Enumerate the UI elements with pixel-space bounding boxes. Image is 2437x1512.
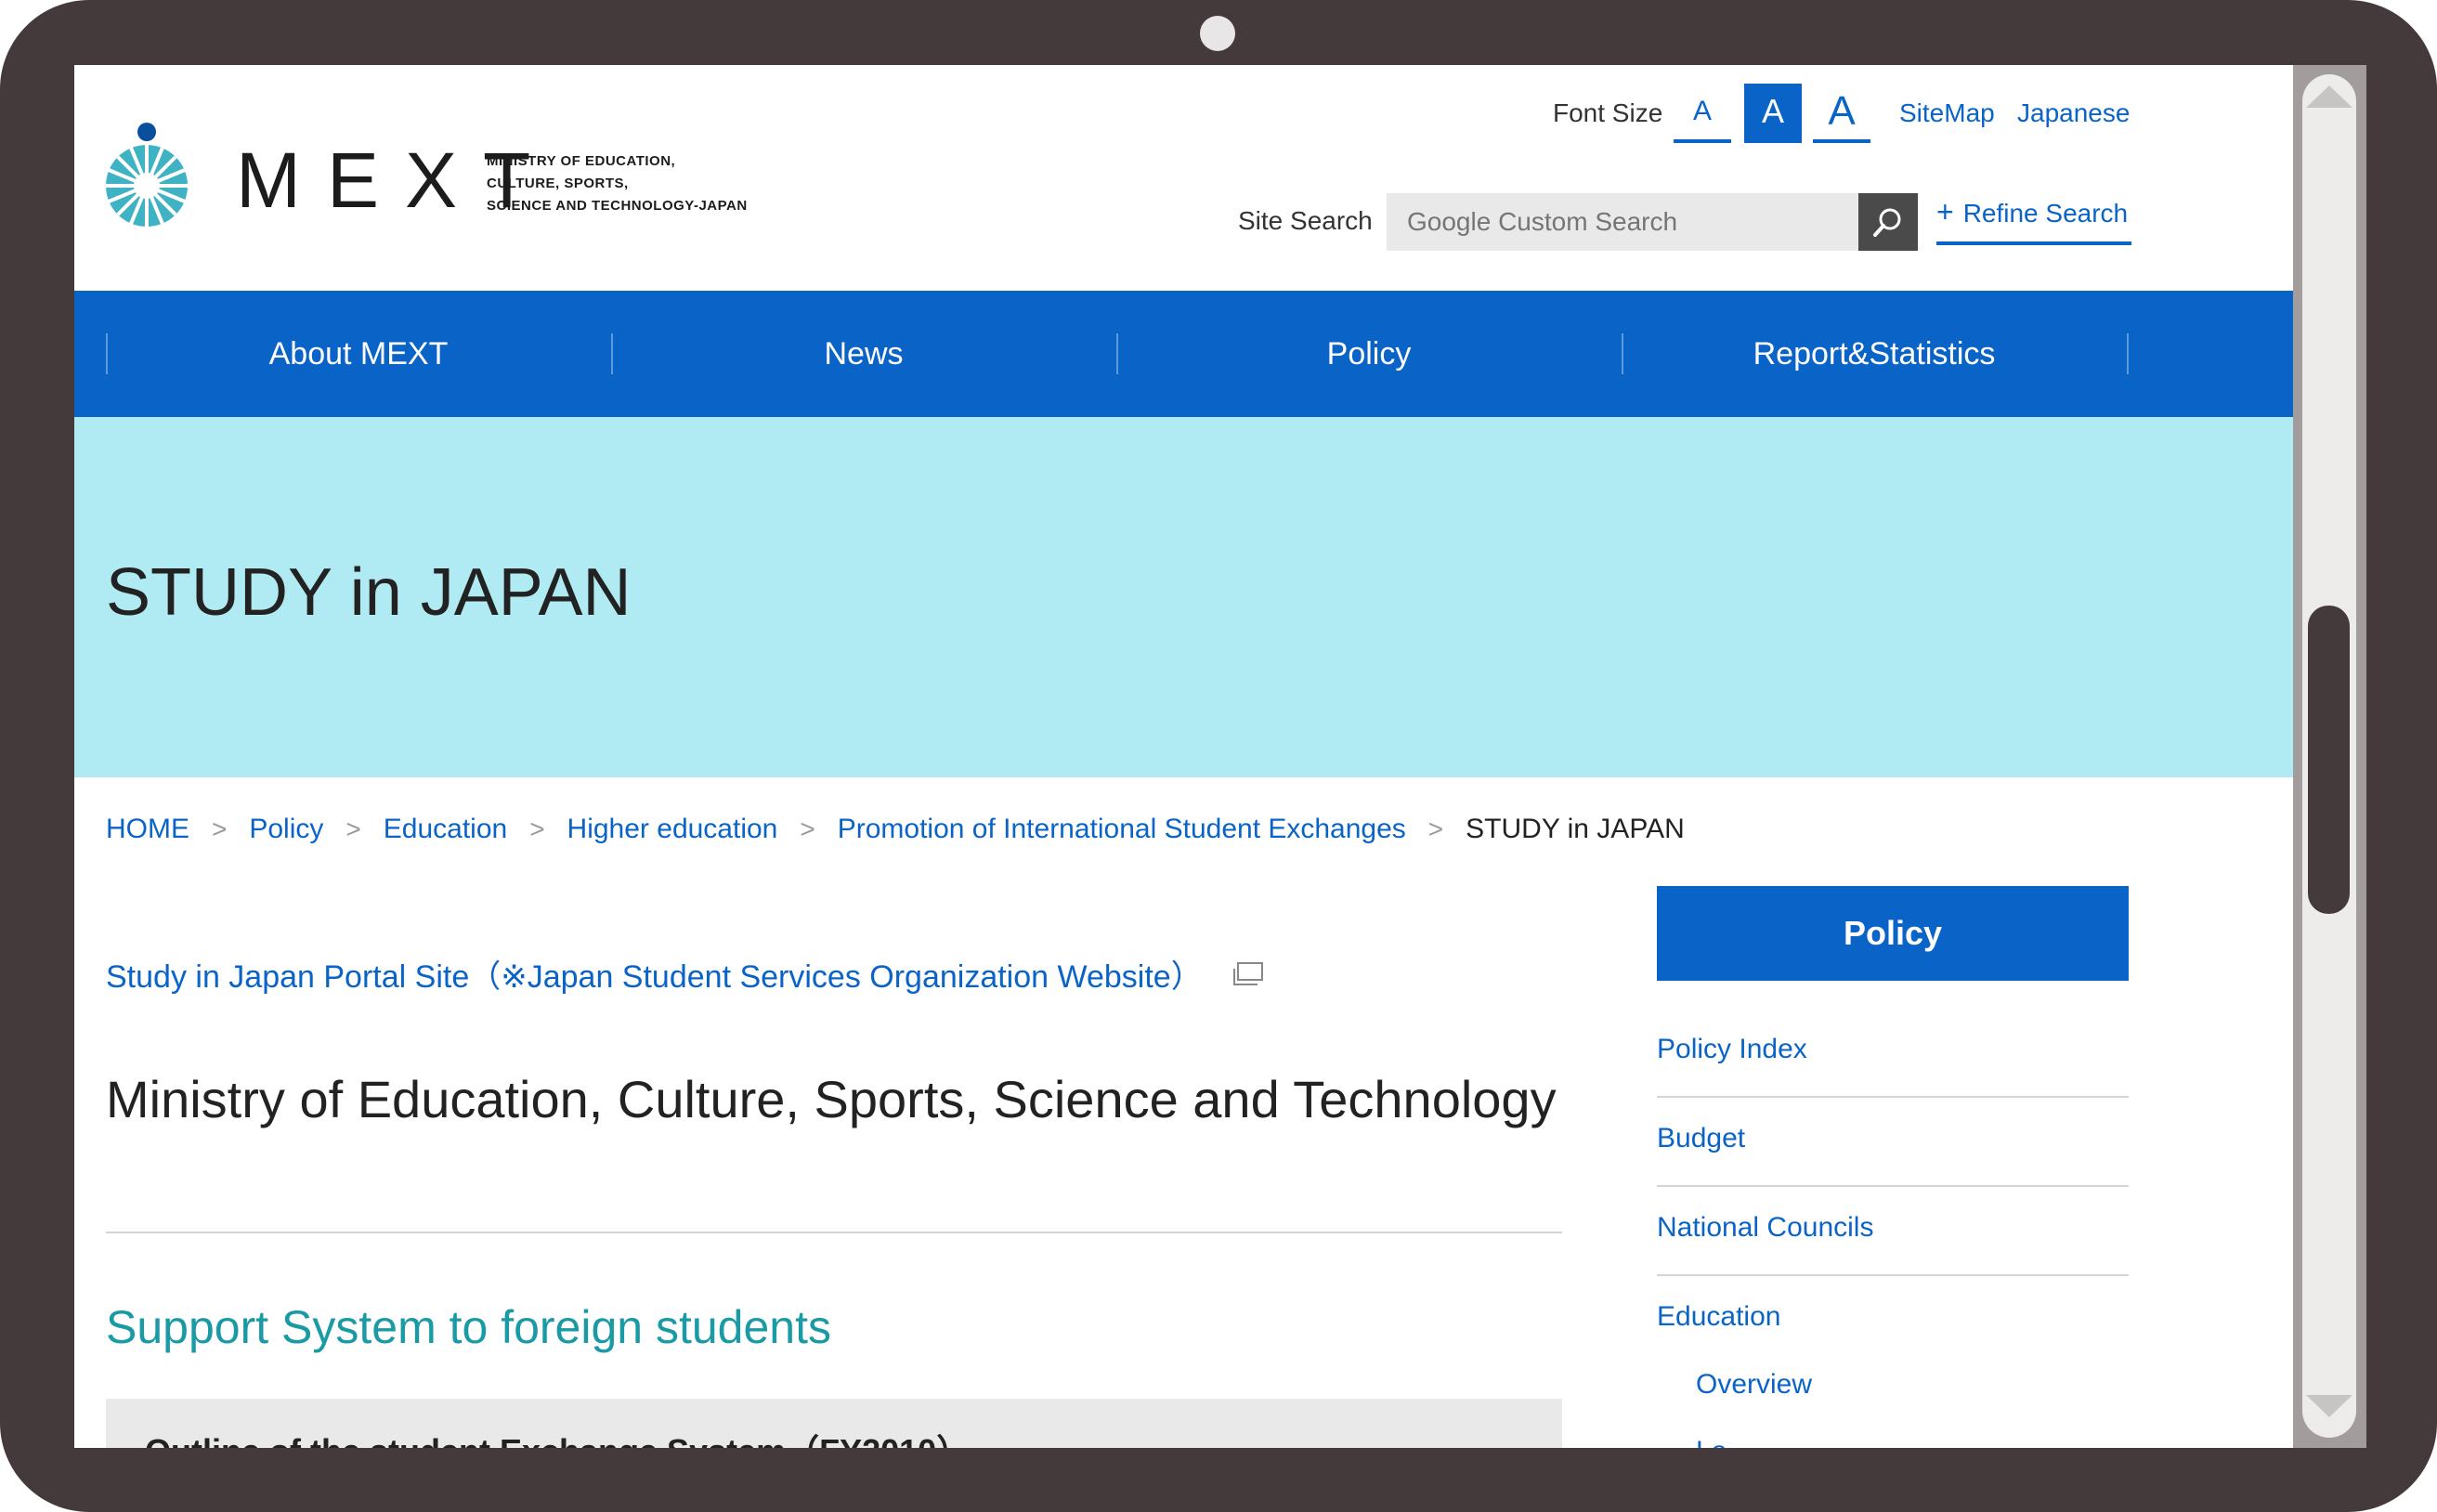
nav-item-policy[interactable]: Policy (1116, 291, 1622, 417)
search-input[interactable] (1387, 193, 1858, 251)
breadcrumb-policy[interactable]: Policy (249, 814, 323, 845)
divider (1657, 1274, 2129, 1276)
scroll-down-arrow-icon[interactable] (2306, 1395, 2352, 1417)
nav-item-news[interactable]: News (611, 291, 1116, 417)
search-icon (1873, 208, 1901, 237)
breadcrumb-current: STUDY in JAPAN (1466, 814, 1685, 844)
outline-title: Outline of the student Exchange System（F… (145, 1425, 970, 1448)
divider (106, 1232, 1562, 1233)
refine-search-label: Refine Search (1962, 199, 2129, 228)
page-title: Ministry of Education, Culture, Sports, … (106, 1070, 1557, 1128)
breadcrumb-home[interactable]: HOME (106, 814, 189, 845)
site-search-label: Site Search (1238, 206, 1373, 235)
font-size-medium-button[interactable]: A (1744, 84, 1802, 143)
logo-subtitle-line: SCIENCE AND TECHNOLOGY-JAPAN (487, 198, 748, 214)
logo-subtitle-line: CULTURE, SPORTS, (487, 176, 629, 191)
nav-divider (2127, 333, 2129, 374)
sidebar-item-policy-index[interactable]: Policy Index (1657, 1034, 2129, 1065)
sitemap-link[interactable]: SiteMap (1899, 98, 1995, 128)
plus-icon: + (1936, 195, 1954, 228)
nav-item-about-mext[interactable]: About MEXT (106, 291, 611, 417)
chevron-right-icon: > (345, 815, 361, 843)
sidebar-item-budget[interactable]: Budget (1657, 1123, 2129, 1154)
breadcrumb-higher-education[interactable]: Higher education (567, 814, 778, 845)
global-nav: About MEXT News Policy Report&Statistics (74, 291, 2293, 417)
external-window-icon (1233, 962, 1263, 985)
divider (1657, 1096, 2129, 1098)
chevron-right-icon: > (529, 815, 545, 843)
outline-box: Outline of the student Exchange System（F… (106, 1399, 1562, 1448)
logo-subtitle-line: MINISTRY OF EDUCATION, (487, 153, 676, 169)
scroll-up-arrow-icon[interactable] (2306, 85, 2352, 108)
font-size-small-button[interactable]: A (1674, 84, 1731, 143)
sidebar-subitem-overview[interactable]: Overview (1696, 1369, 1812, 1401)
divider (1657, 1185, 2129, 1187)
mext-logo-link[interactable]: MEXT MINISTRY OF EDUCATION, CULTURE, SPO… (106, 119, 747, 230)
breadcrumb: HOME > Policy > Education > Higher educa… (106, 814, 1685, 845)
scrollbar-thumb[interactable] (2308, 606, 2350, 914)
tablet-frame: MEXT MINISTRY OF EDUCATION, CULTURE, SPO… (0, 0, 2437, 1512)
font-size-large-button[interactable]: A (1813, 84, 1870, 143)
site-header: MEXT MINISTRY OF EDUCATION, CULTURE, SPO… (74, 65, 2293, 291)
browser-viewport: MEXT MINISTRY OF EDUCATION, CULTURE, SPO… (74, 65, 2366, 1448)
chevron-right-icon: > (212, 815, 228, 843)
study-in-japan-portal-link[interactable]: Study in Japan Portal Site（※Japan Studen… (106, 951, 1203, 997)
sidebar-item-national-councils[interactable]: National Councils (1657, 1212, 2129, 1244)
search-button[interactable] (1858, 193, 1918, 251)
font-size-label: Font Size (1553, 98, 1663, 127)
sidebar-item-education[interactable]: Education (1657, 1301, 2129, 1333)
hero-title: STUDY in JAPAN (106, 555, 632, 630)
sidebar-subitem-partial[interactable]: Lo... (1696, 1436, 1750, 1448)
sidebar-heading[interactable]: Policy (1657, 886, 2129, 981)
breadcrumb-education[interactable]: Education (384, 814, 507, 845)
logo-subtitle: MINISTRY OF EDUCATION, CULTURE, SPORTS, … (487, 150, 748, 217)
breadcrumb-international-exchanges[interactable]: Promotion of International Student Excha… (838, 814, 1406, 845)
hero-banner: STUDY in JAPAN (74, 417, 2293, 777)
refine-search-link[interactable]: + Refine Search (1936, 193, 2131, 245)
nav-item-report-statistics[interactable]: Report&Statistics (1622, 291, 2127, 417)
chevron-right-icon: > (800, 815, 815, 843)
japanese-link[interactable]: Japanese (2017, 98, 2130, 128)
section-heading: Support System to foreign students (106, 1301, 831, 1353)
camera-dot (1200, 16, 1235, 51)
vertical-scrollbar[interactable] (2293, 65, 2366, 1448)
chevron-right-icon: > (1427, 815, 1444, 843)
mext-logo-icon (106, 123, 188, 227)
